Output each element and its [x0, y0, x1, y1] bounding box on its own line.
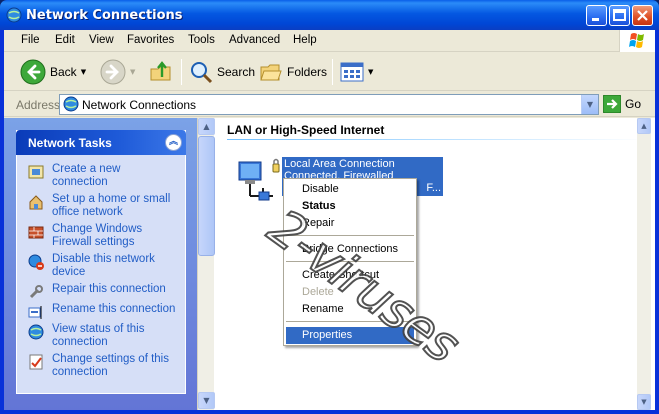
- toolbar: Back ▼ ▼ Search Folders ▼: [4, 53, 655, 91]
- views-icon: [340, 62, 364, 82]
- ctx-delete: Delete: [302, 286, 334, 298]
- up-button[interactable]: [149, 57, 173, 87]
- address-value: Network Connections: [82, 98, 197, 112]
- network-tasks-header[interactable]: Network Tasks ︽: [16, 130, 186, 155]
- search-icon: [191, 62, 213, 84]
- collapse-chevron-icon[interactable]: ︽: [165, 134, 182, 151]
- folders-label: Folders: [287, 65, 328, 79]
- task-home-network[interactable]: Set up a home or small office network: [28, 193, 178, 219]
- network-tasks-title: Network Tasks: [28, 136, 112, 150]
- task-create-connection[interactable]: Create a new connection: [28, 163, 178, 189]
- close-button[interactable]: [632, 5, 653, 26]
- forward-button[interactable]: ▼: [100, 57, 135, 87]
- menu-help[interactable]: Help: [293, 34, 317, 46]
- address-bar: Address Network Connections ▼ Go: [4, 92, 655, 117]
- ctx-rename[interactable]: Rename: [286, 301, 414, 318]
- settings-icon: [29, 354, 43, 370]
- views-button[interactable]: ▼: [340, 57, 373, 87]
- go-label: Go: [625, 97, 642, 111]
- windows-logo-icon: [619, 30, 655, 52]
- lan-connection-icon[interactable]: [233, 156, 281, 204]
- title-bar[interactable]: Network Connections: [0, 0, 659, 30]
- ctx-status[interactable]: Status: [286, 198, 414, 215]
- scroll-down-icon[interactable]: ▼: [198, 392, 215, 409]
- views-dropdown-icon[interactable]: ▼: [368, 68, 373, 76]
- folders-icon: [260, 64, 282, 81]
- window-border-right: [655, 30, 659, 414]
- task-rename-connection[interactable]: Rename this connection: [28, 303, 178, 320]
- maximize-button[interactable]: [609, 5, 630, 26]
- folders-button[interactable]: Folders: [259, 57, 327, 87]
- window-title: Network Connections: [26, 8, 183, 23]
- context-menu: Disable Status Repair Bridge Connections…: [283, 178, 417, 346]
- task-pane-scrollbar[interactable]: ▲ ▼: [197, 118, 215, 410]
- close-icon: [637, 10, 648, 21]
- menu-bar: File Edit View Favorites Tools Advanced …: [4, 30, 655, 52]
- home-network-icon: [29, 195, 43, 210]
- toolbar-separator: [332, 59, 333, 85]
- task-repair-connection[interactable]: Repair this connection: [28, 283, 178, 300]
- task-disable-device[interactable]: Disable this network device: [28, 253, 178, 279]
- new-connection-icon: [28, 165, 44, 179]
- menu-favorites[interactable]: Favorites: [127, 34, 174, 46]
- content-scrollbar[interactable]: ▲ ▼: [637, 118, 651, 414]
- maximize-icon: [613, 9, 626, 21]
- address-dropdown-icon[interactable]: ▼: [581, 95, 598, 114]
- back-arrow-icon: [20, 59, 46, 85]
- ctx-bridge-connections[interactable]: Bridge Connections: [286, 241, 414, 258]
- file-list-pane: LAN or High-Speed Internet Local Area Co…: [215, 118, 655, 410]
- menu-advanced[interactable]: Advanced: [229, 34, 280, 46]
- task-firewall-settings[interactable]: Change Windows Firewall settings: [28, 223, 178, 249]
- disable-device-icon: [28, 254, 44, 270]
- menu-edit[interactable]: Edit: [55, 34, 75, 46]
- task-change-settings[interactable]: Change settings of this connection: [28, 353, 178, 379]
- folder-up-icon: [150, 61, 171, 81]
- minimize-icon: [592, 18, 599, 21]
- back-button[interactable]: Back ▼: [20, 57, 86, 87]
- status-icon: [28, 324, 44, 340]
- back-dropdown-icon[interactable]: ▼: [81, 68, 86, 76]
- window-border-bottom: [0, 410, 659, 414]
- firewall-icon: [28, 226, 44, 239]
- repair-icon: [29, 285, 43, 299]
- minimize-button[interactable]: [586, 5, 607, 26]
- menu-file[interactable]: File: [21, 34, 40, 46]
- address-input[interactable]: Network Connections ▼: [59, 94, 599, 115]
- network-connections-icon: [63, 96, 79, 112]
- group-divider: [227, 139, 647, 140]
- ctx-repair[interactable]: Repair: [286, 215, 414, 232]
- search-button[interactable]: Search: [189, 57, 255, 87]
- address-label: Address: [16, 98, 61, 112]
- ctx-separator: [286, 235, 414, 236]
- ctx-disable[interactable]: Disable: [286, 181, 414, 198]
- scroll-up-icon[interactable]: ▲: [637, 118, 651, 134]
- forward-arrow-icon: [100, 59, 126, 85]
- scroll-down-icon[interactable]: ▼: [637, 394, 651, 410]
- forward-dropdown-icon[interactable]: ▼: [130, 68, 135, 76]
- connection-name: Local Area Connection: [284, 158, 395, 170]
- group-header: LAN or High-Speed Internet: [227, 123, 385, 137]
- search-label: Search: [217, 65, 256, 79]
- scroll-up-icon[interactable]: ▲: [198, 118, 215, 135]
- task-view-status[interactable]: View status of this connection: [28, 323, 178, 349]
- toolbar-separator: [181, 59, 182, 85]
- rename-icon: [28, 306, 42, 319]
- go-arrow-icon: [603, 95, 621, 113]
- ctx-separator: [286, 261, 414, 262]
- ctx-separator: [286, 321, 414, 322]
- back-label: Back: [50, 65, 77, 79]
- go-button[interactable]: Go: [603, 95, 641, 113]
- ctx-create-shortcut[interactable]: Create Shortcut: [286, 267, 414, 284]
- ctx-properties[interactable]: Properties: [286, 327, 414, 344]
- network-connections-icon: [6, 7, 22, 23]
- menu-view[interactable]: View: [89, 34, 114, 46]
- scroll-thumb[interactable]: [198, 136, 215, 256]
- task-pane: Network Tasks ︽ Create a new connection …: [4, 118, 197, 410]
- menu-tools[interactable]: Tools: [188, 34, 215, 46]
